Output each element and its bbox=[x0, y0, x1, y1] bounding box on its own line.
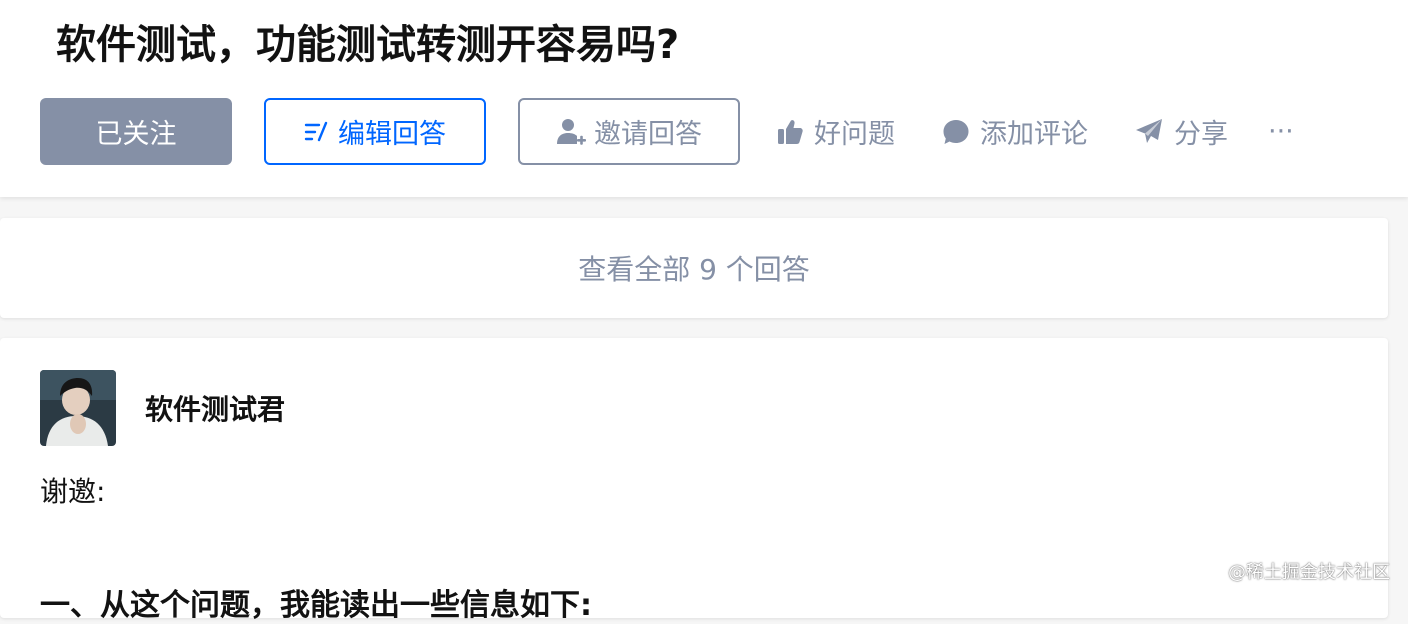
avatar[interactable] bbox=[40, 370, 116, 446]
share-label: 分享 bbox=[1174, 119, 1228, 150]
watermark: @稀土掘金技术社区 bbox=[1228, 562, 1390, 583]
view-all-answers-link[interactable]: 查看全部 9 个回答 bbox=[0, 218, 1388, 318]
edit-icon bbox=[304, 119, 338, 145]
answer-section-heading: 一、从这个问题，我能读出一些信息如下: bbox=[40, 588, 592, 623]
comment-bubble-icon bbox=[942, 118, 980, 146]
author-name[interactable]: 软件测试君 bbox=[145, 388, 285, 428]
more-dots-icon: ··· bbox=[1268, 116, 1294, 147]
question-title: 软件测试，功能测试转测开容易吗? bbox=[56, 22, 680, 68]
answer-greeting: 谢邀: bbox=[40, 475, 106, 508]
invite-answer-label: 邀请回答 bbox=[594, 119, 702, 150]
follow-button[interactable]: 已关注 bbox=[40, 98, 232, 165]
add-user-icon bbox=[556, 117, 594, 147]
follow-button-label: 已关注 bbox=[95, 119, 177, 150]
edit-answer-button[interactable]: 编辑回答 bbox=[264, 98, 486, 165]
paper-plane-icon bbox=[1134, 117, 1174, 147]
more-options-button[interactable]: ··· bbox=[1268, 98, 1294, 165]
question-header: 软件测试，功能测试转测开容易吗? 已关注 编辑回答 邀请回答 好问题 添加评论 … bbox=[0, 0, 1408, 197]
view-all-answers-label: 查看全部 9 个回答 bbox=[578, 253, 810, 286]
good-question-button[interactable]: 好问题 bbox=[776, 98, 895, 165]
good-question-label: 好问题 bbox=[814, 119, 895, 150]
answer-card: 软件测试君 谢邀: 一、从这个问题，我能读出一些信息如下: bbox=[0, 338, 1388, 623]
edit-answer-label: 编辑回答 bbox=[338, 119, 446, 150]
thumbs-up-icon bbox=[776, 118, 814, 146]
add-comment-label: 添加评论 bbox=[980, 119, 1088, 150]
invite-answer-button[interactable]: 邀请回答 bbox=[518, 98, 740, 165]
add-comment-button[interactable]: 添加评论 bbox=[942, 98, 1088, 165]
share-button[interactable]: 分享 bbox=[1134, 98, 1228, 165]
